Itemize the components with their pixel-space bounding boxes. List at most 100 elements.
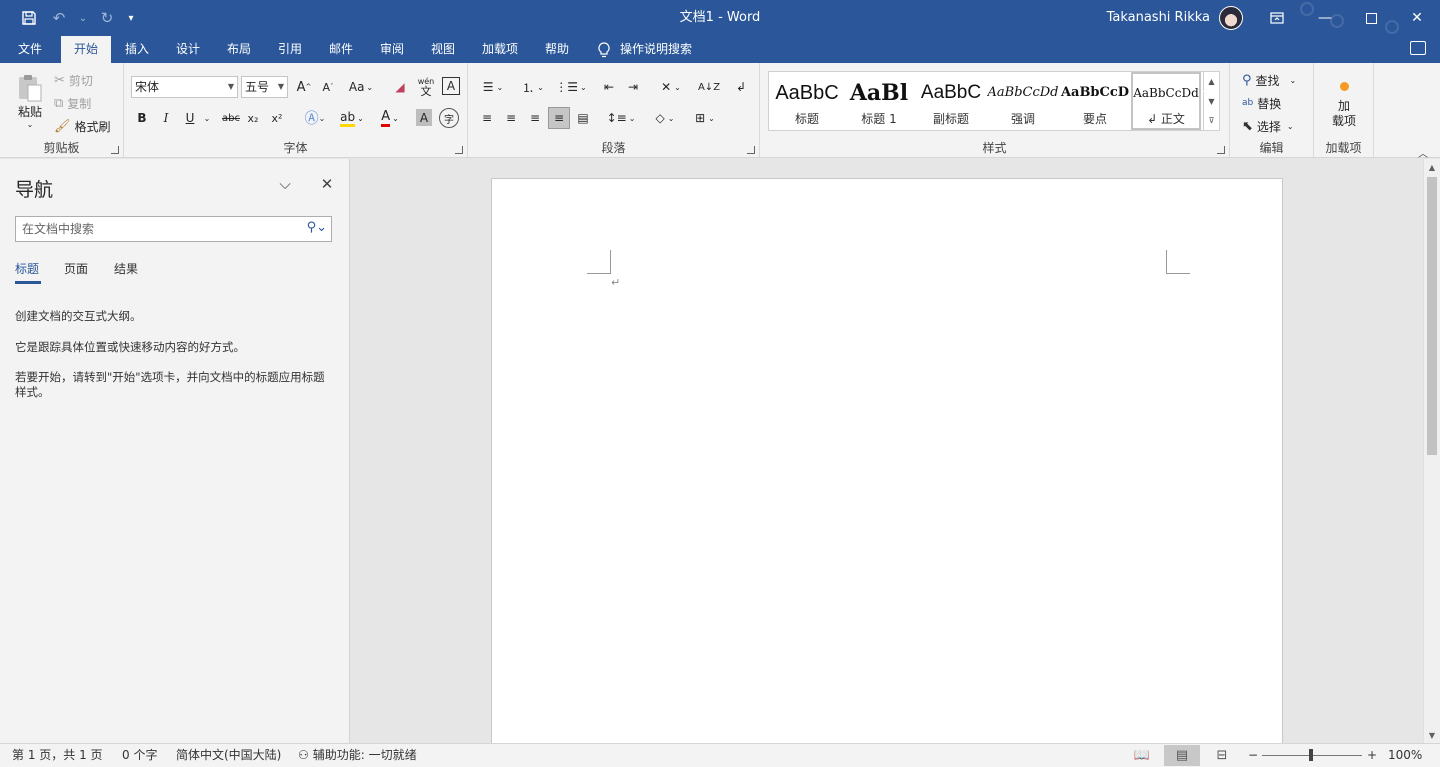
style-title[interactable]: AaBbC 标题: [771, 72, 843, 130]
save-icon[interactable]: [14, 0, 44, 36]
nav-tab-results[interactable]: 结果: [114, 260, 138, 277]
font-color-button[interactable]: A ⌄: [374, 108, 406, 128]
nav-tab-headings[interactable]: 标题: [15, 260, 39, 277]
underline-dropdown-icon[interactable]: ⌄: [202, 108, 212, 128]
highlight-button[interactable]: ab ⌄: [336, 108, 368, 128]
find-button[interactable]: ⚲ 查找 ⌄: [1242, 70, 1296, 90]
superscript-button[interactable]: x²: [268, 108, 286, 128]
font-launcher-icon[interactable]: [455, 146, 463, 154]
paste-button[interactable]: 粘贴 ⌄: [10, 69, 50, 133]
undo-icon[interactable]: ↶: [44, 0, 74, 36]
style-heading-1[interactable]: AaBl 标题 1: [843, 72, 915, 130]
shading-icon[interactable]: ◇ ⌄: [648, 108, 682, 128]
tab-view[interactable]: 视图: [423, 36, 463, 63]
gallery-more-icon[interactable]: ⊽: [1203, 111, 1219, 130]
document-page[interactable]: ↵: [491, 178, 1283, 748]
undo-dropdown-icon[interactable]: ⌄: [74, 0, 92, 36]
borders-icon[interactable]: ⊞ ⌄: [688, 108, 722, 128]
comments-icon[interactable]: [1410, 41, 1426, 55]
gallery-down-icon[interactable]: ▼: [1203, 92, 1219, 111]
style-strong[interactable]: AaBbCcD 要点: [1059, 72, 1131, 130]
minimize-icon[interactable]: —: [1302, 0, 1348, 36]
close-pane-icon[interactable]: ✕: [316, 173, 338, 195]
shrink-font-icon[interactable]: Aˇ: [318, 77, 338, 97]
tab-help[interactable]: 帮助: [537, 36, 577, 63]
justify-icon[interactable]: ≡: [548, 107, 570, 129]
phonetic-guide-button[interactable]: wén 文: [414, 75, 438, 99]
avatar[interactable]: [1219, 6, 1243, 30]
scroll-thumb[interactable]: [1427, 177, 1437, 455]
word-count[interactable]: 0 个字: [122, 744, 157, 767]
collapse-ribbon-icon[interactable]: ︿: [1418, 145, 1428, 160]
align-right-icon[interactable]: ≡: [524, 108, 546, 128]
grow-font-icon[interactable]: A ^: [294, 77, 314, 97]
tab-references[interactable]: 引用: [270, 36, 310, 63]
paragraph-launcher-icon[interactable]: [747, 146, 755, 154]
format-painter-button[interactable]: 🖌 格式刷: [54, 116, 111, 136]
tab-layout[interactable]: 布局: [219, 36, 259, 63]
numbering-icon[interactable]: ⒈ ⌄: [516, 77, 550, 97]
increase-indent-icon[interactable]: ⇥: [622, 77, 644, 97]
gallery-up-icon[interactable]: ▲: [1203, 72, 1219, 91]
replace-button[interactable]: ab 替换: [1242, 93, 1281, 113]
page-count[interactable]: 第 1 页，共 1 页: [12, 744, 103, 767]
accessibility-status[interactable]: ⚇ 辅助功能: 一切就绪: [298, 744, 417, 767]
read-mode-icon[interactable]: 📖: [1124, 745, 1160, 766]
styles-launcher-icon[interactable]: [1217, 146, 1225, 154]
distributed-icon[interactable]: ▤: [572, 108, 594, 128]
scroll-down-icon[interactable]: ▼: [1424, 727, 1440, 743]
ribbon-display-options-icon[interactable]: [1254, 0, 1300, 36]
zoom-in-button[interactable]: +: [1367, 744, 1377, 767]
tab-review[interactable]: 审阅: [372, 36, 412, 63]
nav-search-input[interactable]: [16, 217, 296, 241]
cut-button[interactable]: ✂ 剪切: [54, 70, 93, 90]
enclose-characters-button[interactable]: 字: [439, 108, 459, 128]
select-button[interactable]: ⬉ 选择 ⌄: [1242, 116, 1294, 136]
chevron-down-icon[interactable]: ⌵: [274, 173, 296, 195]
style-normal[interactable]: AaBbCcDd ↲ 正文: [1131, 72, 1201, 130]
tell-me-search[interactable]: 操作说明搜索: [598, 36, 692, 63]
bold-button[interactable]: B: [134, 108, 150, 128]
sort-icon[interactable]: A↓Z: [698, 77, 720, 97]
change-case-button[interactable]: Aa ⌄: [344, 77, 378, 97]
strikethrough-button[interactable]: abc: [220, 108, 242, 128]
style-subtitle[interactable]: AaBbC 副标题: [915, 72, 987, 130]
zoom-slider-thumb[interactable]: [1309, 749, 1313, 761]
print-layout-icon[interactable]: ▤: [1164, 745, 1200, 766]
zoom-out-button[interactable]: −: [1248, 744, 1258, 767]
style-emphasis[interactable]: AaBbCcDd 强调: [987, 72, 1059, 130]
addins-button[interactable]: 加 载项: [1324, 75, 1364, 135]
tab-file[interactable]: 文件: [8, 36, 52, 63]
web-layout-icon[interactable]: ⊟: [1204, 745, 1240, 766]
font-size-box[interactable]: 五号 ▼: [241, 76, 288, 98]
chinese-layout-icon[interactable]: ✕ ⌄: [654, 77, 688, 97]
subscript-button[interactable]: x₂: [244, 108, 262, 128]
vertical-scrollbar[interactable]: ▲ ▼: [1423, 159, 1440, 743]
tab-home[interactable]: 开始: [61, 36, 111, 63]
font-name-box[interactable]: 宋体 ▼: [131, 76, 238, 98]
customize-qat-icon[interactable]: ▾: [122, 0, 140, 36]
character-shading-icon[interactable]: A: [416, 109, 432, 126]
align-center-icon[interactable]: ≡: [500, 108, 522, 128]
redo-icon[interactable]: ↻: [92, 0, 122, 36]
italic-button[interactable]: I: [158, 108, 174, 128]
show-marks-icon[interactable]: ↲: [730, 77, 752, 97]
multilevel-list-icon[interactable]: ⋮☰ ⌄: [554, 77, 588, 97]
character-border-button[interactable]: A: [442, 77, 460, 95]
clipboard-launcher-icon[interactable]: [111, 146, 119, 154]
clear-formatting-icon[interactable]: ◢: [390, 77, 410, 97]
copy-button[interactable]: ⧉ 复制: [54, 93, 91, 113]
line-spacing-icon[interactable]: ↕≡ ⌄: [604, 108, 638, 128]
zoom-level[interactable]: 100%: [1388, 744, 1422, 767]
tab-design[interactable]: 设计: [168, 36, 208, 63]
tab-insert[interactable]: 插入: [117, 36, 157, 63]
align-left-icon[interactable]: ≡: [476, 108, 498, 128]
tab-mailings[interactable]: 邮件: [321, 36, 361, 63]
scroll-up-icon[interactable]: ▲: [1424, 159, 1440, 175]
user-name[interactable]: Takanashi Rikka: [1107, 0, 1210, 36]
close-icon[interactable]: ✕: [1394, 0, 1440, 36]
text-effects-icon[interactable]: Ⓐ ⌄: [300, 108, 330, 128]
maximize-icon[interactable]: [1348, 0, 1394, 36]
language[interactable]: 简体中文(中国大陆): [176, 744, 281, 767]
search-icon[interactable]: ⚲⌄: [307, 220, 327, 235]
